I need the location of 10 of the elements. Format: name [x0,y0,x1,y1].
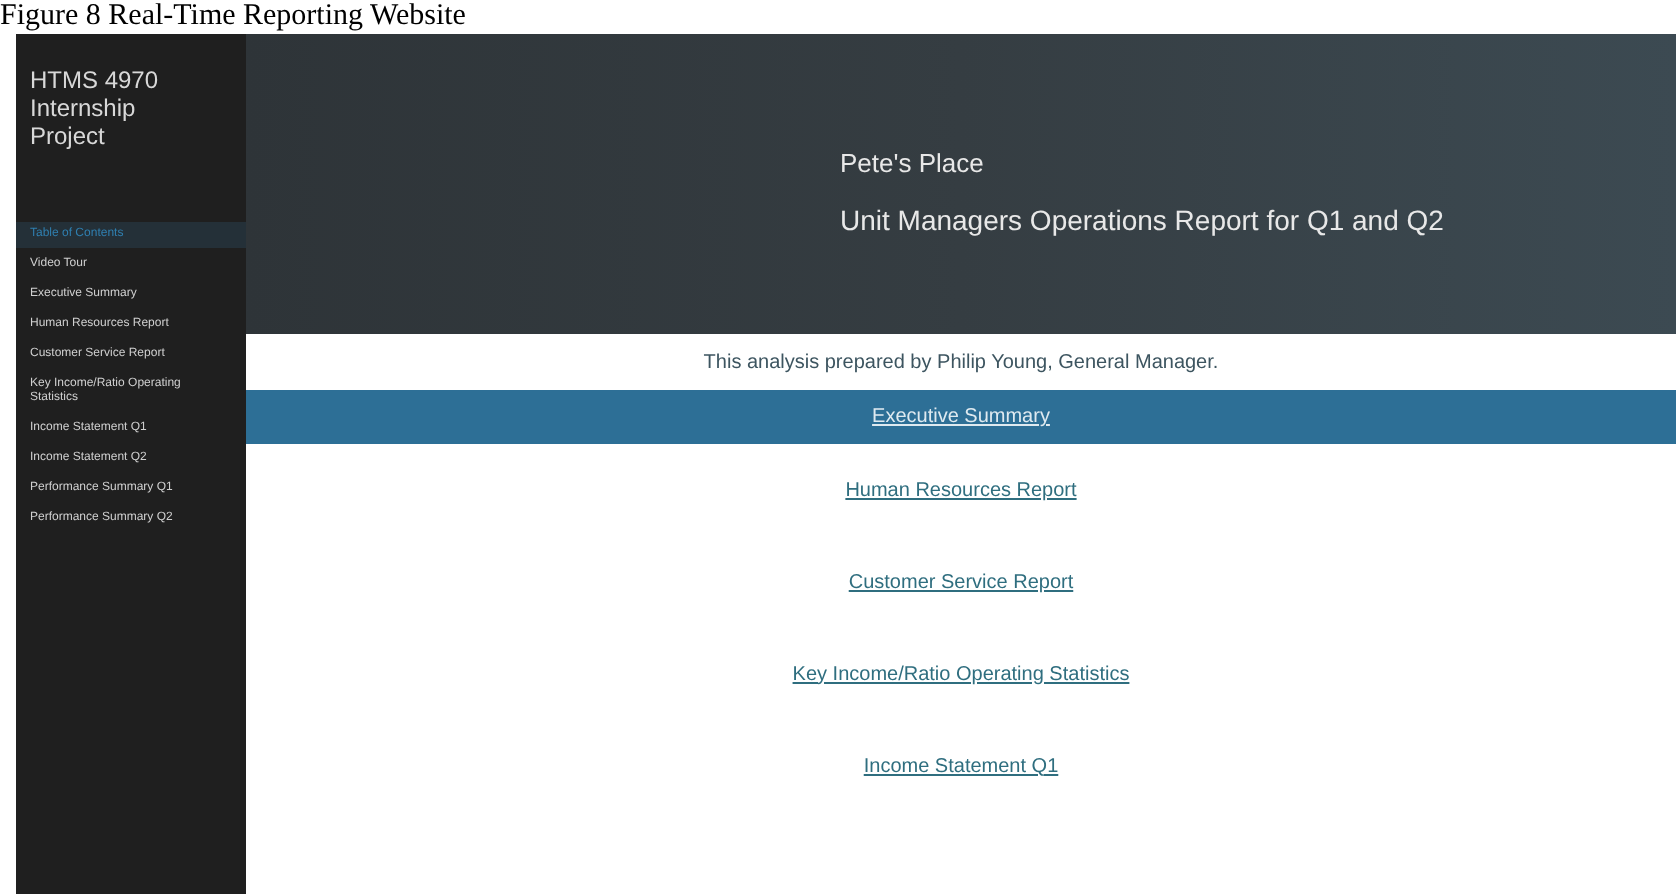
report-link[interactable]: Executive Summary [246,390,1676,444]
report-link[interactable]: Human Resources Report [845,475,1077,505]
report-link[interactable]: Customer Service Report [848,567,1074,597]
report-link[interactable]: Key Income/Ratio Operating Statistics [792,659,1130,689]
header-subtitle: Unit Managers Operations Report for Q1 and Q2 [840,201,1444,240]
figure-caption: Figure 8 Real-Time Reporting Website [0,0,466,34]
header-title: Pete's Place [840,146,984,182]
intro-text: This analysis prepared by Philip Young, General Manager. [703,349,1219,377]
site-title: HTMS 4970 Internship Project [28,66,161,150]
report-link[interactable]: Income Statement Q1 [863,751,1059,781]
